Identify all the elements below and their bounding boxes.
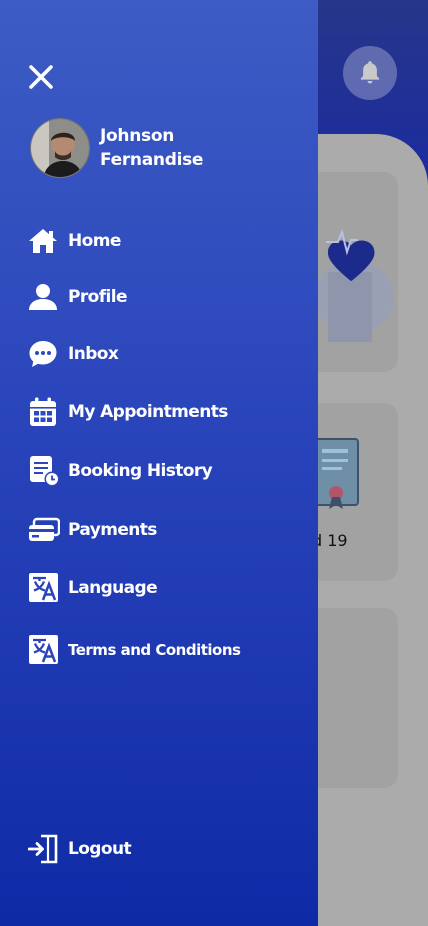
menu-item-label: Home [68, 231, 121, 251]
close-icon [29, 65, 53, 89]
certificate-icon [315, 438, 359, 509]
menu-item-label: Inbox [68, 344, 119, 364]
chat-icon [29, 341, 57, 367]
navigation-drawer: Johnson Fernandise Home Profile Inbox My… [0, 0, 318, 926]
menu-item-appointments[interactable]: My Appointments [28, 397, 228, 427]
menu-item-inbox[interactable]: Inbox [28, 339, 119, 369]
close-drawer-button[interactable] [26, 62, 56, 92]
menu-item-label: Language [68, 578, 158, 598]
payment-cards-icon [29, 517, 60, 541]
avatar [30, 118, 90, 178]
notification-button[interactable] [343, 46, 397, 100]
menu-item-label: Logout [68, 839, 132, 859]
person-icon [29, 284, 57, 310]
history-icon [30, 456, 60, 487]
logout-icon [28, 834, 58, 864]
home-icon [29, 229, 57, 253]
menu-item-label: Booking History [68, 461, 213, 481]
menu-item-payments[interactable]: Payments [28, 515, 157, 545]
menu-item-profile[interactable]: Profile [28, 282, 128, 312]
menu-item-label: My Appointments [68, 402, 228, 422]
menu-item-language[interactable]: Language [28, 573, 158, 603]
menu-item-label: Payments [68, 520, 157, 540]
calendar-icon [30, 397, 56, 426]
menu-item-label: Terms and Conditions [68, 641, 241, 659]
menu-item-terms[interactable]: Terms and Conditions [28, 635, 241, 665]
translate-icon [29, 573, 58, 602]
user-name: Johnson Fernandise [100, 126, 204, 170]
avatar-image [31, 119, 89, 177]
user-profile-header[interactable]: Johnson Fernandise [30, 118, 240, 178]
menu-item-booking-history[interactable]: Booking History [28, 456, 213, 487]
menu-item-home[interactable]: Home [28, 226, 121, 256]
logout-button[interactable]: Logout [28, 834, 132, 864]
heart-monitor-icon [314, 228, 394, 342]
menu-item-label: Profile [68, 287, 128, 307]
translate-icon [29, 635, 58, 664]
bell-icon [360, 61, 380, 84]
